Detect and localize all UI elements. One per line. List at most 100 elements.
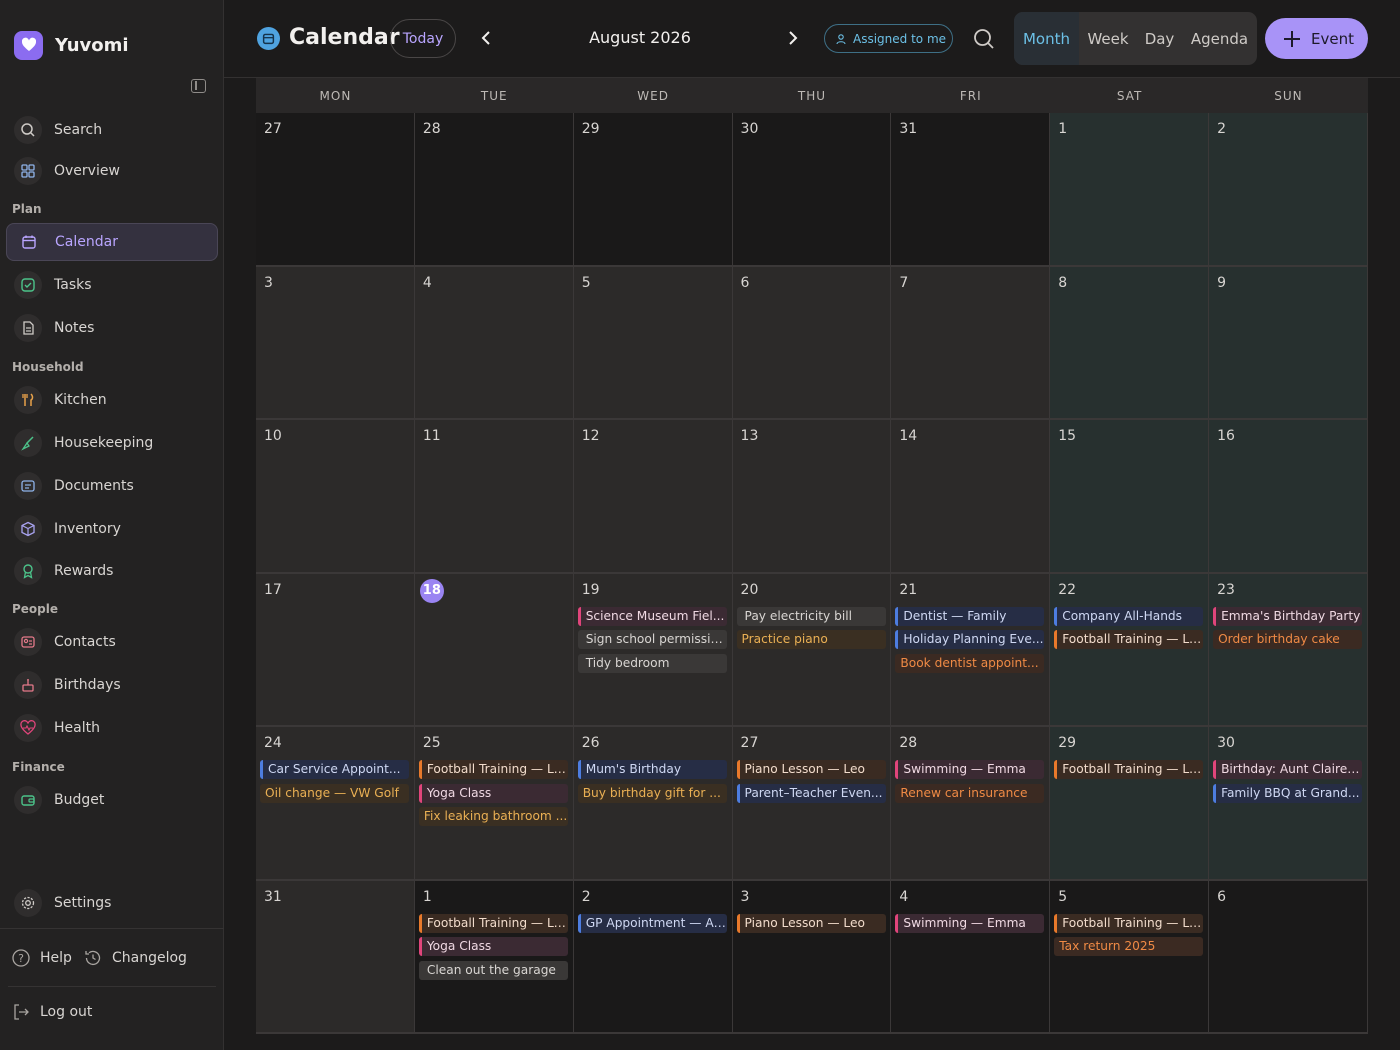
event-chip[interactable]: Birthday: Aunt Claire ...	[1213, 760, 1363, 779]
day-cell[interactable]: 1 Football Training — Leo Yoga Class Clean …	[414, 880, 574, 1034]
next-month-button[interactable]	[783, 28, 803, 48]
tab-week[interactable]: Week	[1079, 12, 1137, 65]
tab-agenda[interactable]: Agenda	[1182, 12, 1257, 65]
event-chip[interactable]: Swimming — Emma	[895, 913, 1045, 933]
day-cell[interactable]: 6	[1209, 880, 1368, 1034]
sidebar-item-housekeeping[interactable]: Housekeeping	[6, 424, 218, 462]
event-chip[interactable]: Family BBQ at Grand...	[1213, 783, 1363, 803]
changelog-link[interactable]: Changelog	[82, 947, 187, 969]
event-chip[interactable]: Yoga Class	[418, 937, 568, 956]
sidebar-item-notes[interactable]: Notes	[6, 309, 218, 347]
logout-link[interactable]: Log out	[10, 1001, 92, 1023]
day-cell[interactable]: 17	[256, 573, 415, 727]
day-cell[interactable]: 2 GP Appointment — Al...	[573, 880, 733, 1034]
event-chip[interactable]: Mum's Birthday	[577, 760, 727, 779]
task-chip[interactable]: Book dentist appoint...	[895, 653, 1045, 673]
tab-day[interactable]: Day	[1137, 12, 1182, 65]
event-chip[interactable]: Science Museum Fiel...	[577, 606, 727, 626]
day-cell[interactable]: 24 Car Service Appoint... Oil change — VW …	[256, 727, 415, 881]
sidebar-item-inventory[interactable]: Inventory	[6, 510, 218, 548]
sidebar-item-birthdays[interactable]: Birthdays	[6, 666, 218, 704]
event-chip[interactable]: Piano Lesson — Leo	[736, 760, 886, 779]
day-cell[interactable]: 3 Piano Lesson — Leo	[732, 880, 892, 1034]
day-cell[interactable]: 31	[256, 880, 415, 1034]
sidebar-item-health[interactable]: Health	[6, 709, 218, 747]
event-chip[interactable]: Yoga Class	[418, 783, 568, 803]
day-cell[interactable]: 13	[732, 420, 892, 574]
day-cell[interactable]: 10	[256, 420, 415, 574]
event-chip[interactable]: Car Service Appoint...	[260, 760, 409, 779]
event-chip[interactable]: Piano Lesson — Leo	[736, 913, 886, 933]
search-button[interactable]	[972, 27, 996, 51]
event-chip[interactable]: Football Training — Leo	[418, 760, 568, 779]
day-cell[interactable]: 16	[1209, 420, 1368, 574]
day-cell[interactable]: 5	[573, 266, 733, 420]
task-chip[interactable]: Sign school permissio...	[577, 630, 727, 649]
event-chip[interactable]: Dentist — Family	[895, 606, 1045, 626]
day-cell[interactable]: 11	[414, 420, 574, 574]
sidebar-item-budget[interactable]: Budget	[6, 781, 218, 819]
day-cell[interactable]: 3	[256, 266, 415, 420]
task-chip[interactable]: Tidy bedroom	[577, 653, 727, 673]
task-chip[interactable]: Tax return 2025	[1054, 937, 1204, 956]
previous-month-button[interactable]	[476, 28, 496, 48]
day-cell[interactable]: 15	[1050, 420, 1210, 574]
day-cell[interactable]: 9	[1209, 266, 1368, 420]
event-chip[interactable]: GP Appointment — Al...	[577, 913, 727, 933]
event-chip[interactable]: Emma's Birthday Party	[1213, 606, 1363, 626]
sidebar-item-kitchen[interactable]: Kitchen	[6, 381, 218, 419]
event-chip[interactable]: Football Training — Leo	[1054, 760, 1204, 779]
event-chip[interactable]: Swimming — Emma	[895, 760, 1045, 779]
day-cell[interactable]: 20 Pay electricity bill Practice piano	[732, 573, 892, 727]
day-cell[interactable]: 27	[256, 113, 415, 267]
event-chip[interactable]: Company All-Hands	[1054, 606, 1204, 626]
day-cell[interactable]: 22 Company All-Hands Football Training — L…	[1050, 573, 1210, 727]
day-cell[interactable]: 2	[1209, 113, 1368, 267]
sidebar-item-tasks[interactable]: Tasks	[6, 266, 218, 304]
day-cell[interactable]: 31	[891, 113, 1051, 267]
sidebar-item-overview[interactable]: Overview	[6, 152, 218, 190]
day-cell[interactable]: 14	[891, 420, 1051, 574]
task-chip[interactable]: Pay electricity bill	[736, 606, 886, 626]
event-chip[interactable]: Football Training — Leo	[1054, 913, 1204, 933]
day-cell[interactable]: 4 Swimming — Emma	[891, 880, 1051, 1034]
task-chip[interactable]: Practice piano	[736, 630, 886, 649]
help-link[interactable]: ? Help	[10, 947, 72, 969]
day-cell[interactable]: 25 Football Training — Leo Yoga Class Fix l…	[414, 727, 574, 881]
task-chip[interactable]: Order birthday cake	[1213, 630, 1363, 649]
event-chip[interactable]: Holiday Planning Eve...	[895, 630, 1045, 649]
task-chip[interactable]: Renew car insurance	[895, 783, 1045, 803]
day-cell[interactable]: 28	[414, 113, 574, 267]
day-cell[interactable]: 8	[1050, 266, 1210, 420]
day-cell[interactable]: 29 Football Training — Leo	[1050, 727, 1210, 881]
new-event-button[interactable]: Event	[1265, 18, 1368, 59]
day-cell[interactable]: 1	[1050, 113, 1210, 267]
assigned-to-me-filter[interactable]: Assigned to me	[824, 24, 953, 53]
sidebar-item-documents[interactable]: Documents	[6, 467, 218, 505]
day-cell[interactable]: 6	[732, 266, 892, 420]
day-cell[interactable]: 21 Dentist — Family Holiday Planning Eve..…	[891, 573, 1051, 727]
day-cell[interactable]: 18	[414, 573, 574, 727]
event-chip[interactable]: Football Training — Leo	[1054, 630, 1204, 649]
day-cell[interactable]: 4	[414, 266, 574, 420]
day-cell[interactable]: 5 Football Training — Leo Tax return 2025	[1050, 880, 1210, 1034]
collapse-sidebar-icon[interactable]	[191, 79, 206, 93]
day-cell[interactable]: 30 Birthday: Aunt Claire ... Family BBQ at…	[1209, 727, 1368, 881]
today-button[interactable]: Today	[390, 19, 456, 58]
event-chip[interactable]: Football Training — Leo	[418, 913, 568, 933]
day-cell[interactable]: 26 Mum's Birthday Buy birthday gift for ..…	[573, 727, 733, 881]
sidebar-item-calendar[interactable]: Calendar	[6, 223, 218, 261]
task-chip[interactable]: Fix leaking bathroom ...	[418, 807, 568, 826]
tab-month[interactable]: Month	[1014, 12, 1079, 65]
day-cell[interactable]: 19 Science Museum Fiel... Sign school perm…	[573, 573, 733, 727]
task-chip[interactable]: Clean out the garage	[418, 960, 568, 980]
task-chip[interactable]: Oil change — VW Golf	[260, 783, 409, 803]
brand[interactable]: Yuvomi	[14, 30, 129, 60]
day-cell[interactable]: 29	[573, 113, 733, 267]
day-cell[interactable]: 12	[573, 420, 733, 574]
sidebar-item-rewards[interactable]: Rewards	[6, 552, 218, 590]
sidebar-item-search[interactable]: Search	[6, 111, 218, 149]
day-cell[interactable]: 7	[891, 266, 1051, 420]
sidebar-item-contacts[interactable]: Contacts	[6, 623, 218, 661]
sidebar-item-settings[interactable]: Settings	[6, 884, 218, 922]
